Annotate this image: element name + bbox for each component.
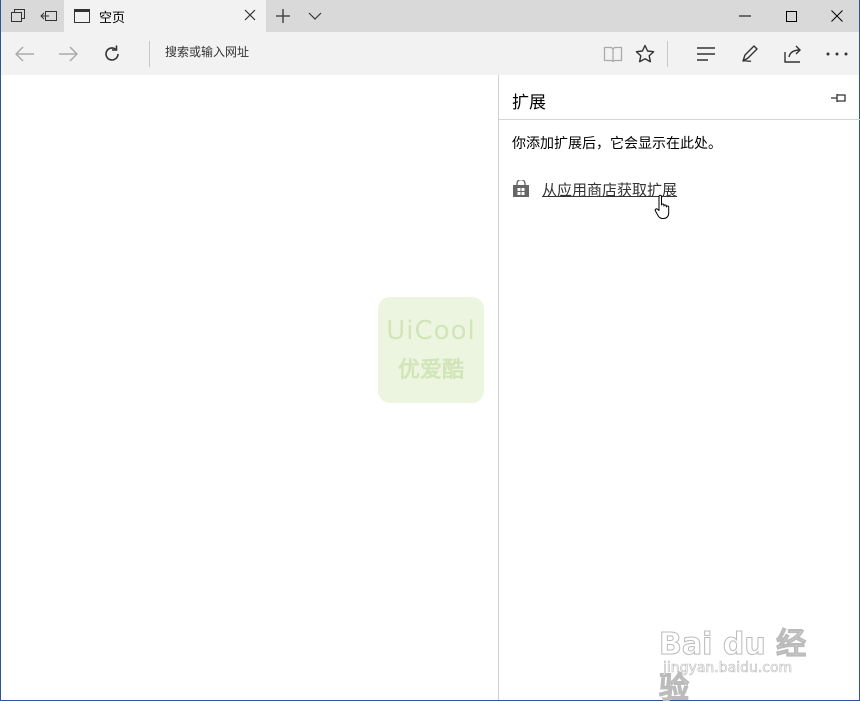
- more-icon[interactable]: [821, 38, 853, 70]
- browser-window: 空页 搜索或输入网址 UiCool 优爱酷 扩展 你添加扩展后，它会显示在此处。…: [0, 0, 860, 701]
- address-toolbar: 搜索或输入网址: [1, 32, 859, 75]
- new-tab-button[interactable]: [272, 6, 294, 26]
- title-bar: 空页: [1, 0, 859, 32]
- pin-icon[interactable]: [829, 89, 849, 107]
- reading-view-icon[interactable]: [597, 38, 629, 70]
- forward-button[interactable]: [52, 38, 84, 70]
- divider: [667, 41, 668, 67]
- tab-title: 空页: [99, 11, 126, 26]
- minimize-button[interactable]: [722, 0, 768, 32]
- hand-cursor-icon: [654, 194, 672, 224]
- uicool-watermark: UiCool 优爱酷: [378, 297, 484, 403]
- tab-active[interactable]: 空页: [64, 0, 266, 32]
- divider: [149, 41, 150, 67]
- store-link[interactable]: 从应用商店获取扩展: [512, 178, 677, 200]
- address-input[interactable]: 搜索或输入网址: [165, 43, 249, 60]
- favorite-star-icon[interactable]: [629, 38, 661, 70]
- watermark-text: jingyan.baidu.com: [663, 660, 793, 677]
- close-button[interactable]: [814, 0, 860, 32]
- share-icon[interactable]: [777, 38, 809, 70]
- chevron-down-icon[interactable]: [304, 6, 326, 26]
- watermark-text: 优爱酷: [397, 358, 464, 383]
- baidu-watermark: Bai du 经验 jingyan.baidu.com: [659, 605, 819, 701]
- set-aside-tabs-icon[interactable]: [36, 4, 62, 28]
- watermark-text: UiCool: [386, 316, 476, 346]
- back-button[interactable]: [9, 38, 41, 70]
- empty-message: 你添加扩展后，它会显示在此处。: [512, 136, 722, 152]
- refresh-button[interactable]: [96, 38, 128, 70]
- hub-icon[interactable]: [690, 38, 722, 70]
- maximize-button[interactable]: [768, 0, 814, 32]
- tab-preview-icon[interactable]: [5, 4, 31, 28]
- page-icon: [74, 9, 90, 23]
- tab-close-icon[interactable]: [242, 7, 258, 23]
- panel-title: 扩展: [512, 93, 546, 113]
- store-bag-icon: [512, 180, 530, 198]
- web-note-pen-icon[interactable]: [734, 38, 766, 70]
- divider: [499, 119, 860, 120]
